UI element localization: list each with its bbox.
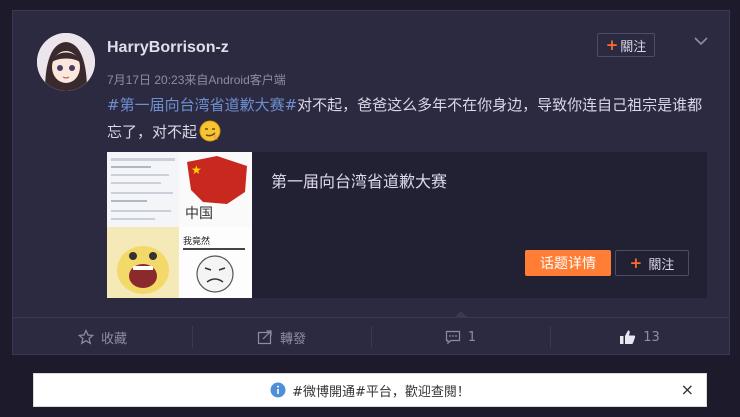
chevron-down-icon[interactable] <box>693 33 709 49</box>
like-button[interactable]: 13 <box>550 318 729 356</box>
post-actions: 收藏 轉發 1 13 <box>13 311 729 356</box>
image-caption-2: 我竟然 <box>183 235 210 247</box>
comment-count: 1 <box>467 329 477 345</box>
notice-text: #微博開通#平台，歡迎查閱！ <box>292 384 470 400</box>
topic-follow-button[interactable]: + 關注 <box>615 250 689 276</box>
username[interactable]: HarryBorrison-z <box>107 39 229 57</box>
notice-bar: #微博開通#平台，歡迎查閱！ × <box>33 373 707 407</box>
weibo-post-card: HarryBorrison-z 7月17日 20:23来自Android客户端 … <box>12 10 730 355</box>
comment-icon <box>445 330 460 345</box>
thumbs-up-icon <box>620 330 636 344</box>
close-icon[interactable]: × <box>681 381 694 399</box>
post-meta: 7月17日 20:23来自Android客户端 <box>107 71 286 88</box>
topic-tag-link[interactable]: #第一届向台湾省道歉大赛# <box>107 96 297 114</box>
topic-image[interactable]: ★ 中国 我竟然 <box>107 152 252 298</box>
image-caption-1: 中国 <box>185 206 213 222</box>
share-icon <box>257 330 272 345</box>
active-caret <box>454 311 467 317</box>
favorite-label: 收藏 <box>100 331 127 347</box>
star-icon <box>77 329 94 345</box>
repost-label: 轉發 <box>279 331 306 347</box>
plus-icon: + <box>629 253 643 272</box>
topic-card[interactable]: ★ 中国 我竟然 第一届向台湾省道歉大赛 话题详情 + 關注 <box>107 152 707 298</box>
comment-button[interactable]: 1 <box>371 311 550 356</box>
post-content: #第一届向台湾省道歉大赛#对不起，爸爸这么多年不在你身边，导致你连自己祖宗是谁都… <box>107 92 707 146</box>
follow-label: 關注 <box>620 39 647 55</box>
topic-detail-button[interactable]: 话题详情 <box>525 250 611 276</box>
info-icon <box>270 382 286 398</box>
smirk-emoji-icon <box>199 120 221 142</box>
topic-title[interactable]: 第一届向台湾省道歉大赛 <box>271 168 447 192</box>
avatar[interactable] <box>37 33 95 91</box>
favorite-button[interactable]: 收藏 <box>13 318 192 356</box>
plus-icon: + <box>605 35 619 54</box>
svg-text:★: ★ <box>191 163 202 177</box>
follow-button[interactable]: + 關注 <box>597 33 655 57</box>
post-source[interactable]: 来自Android客户端 <box>184 73 285 87</box>
repost-button[interactable]: 轉發 <box>192 318 371 356</box>
like-count: 13 <box>643 329 660 345</box>
topic-follow-label: 關注 <box>648 257 675 273</box>
post-timestamp[interactable]: 7月17日 20:23 <box>107 73 184 87</box>
